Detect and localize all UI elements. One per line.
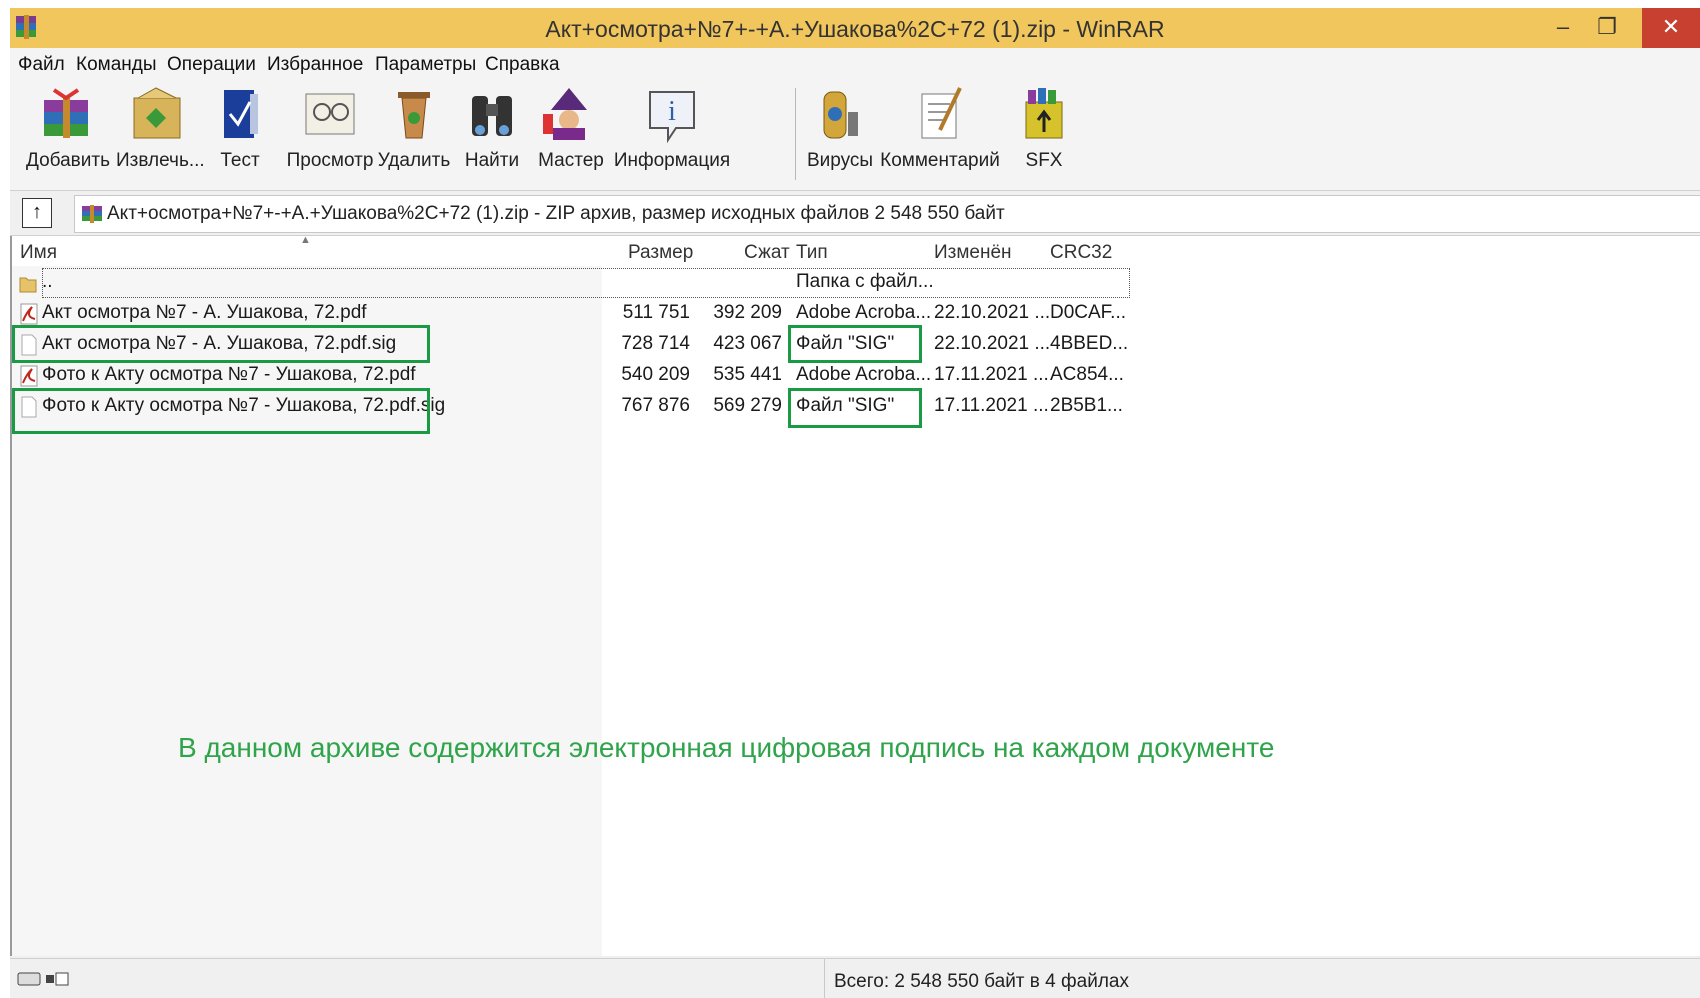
wizard-label: Мастер bbox=[538, 150, 604, 171]
wizard-button[interactable]: Мастер bbox=[532, 84, 610, 172]
find-label: Найти bbox=[464, 150, 520, 171]
minimize-button[interactable]: – bbox=[1540, 8, 1586, 48]
file-size: 511 751 bbox=[622, 302, 690, 323]
up-folder-button[interactable]: ↑ bbox=[22, 198, 52, 228]
menu-favorites[interactable]: Избранное bbox=[267, 54, 363, 76]
view-button[interactable]: Просмотр bbox=[284, 84, 376, 172]
file-packed: 423 067 bbox=[713, 333, 782, 354]
delete-button[interactable]: Удалить bbox=[376, 84, 452, 172]
file-name: Фото к Акту осмотра №7 - Ушакова, 72.pdf bbox=[42, 364, 416, 385]
status-bar: Всего: 2 548 550 байт в 4 файлах bbox=[10, 958, 1700, 998]
file-crc32: 2B5B1... bbox=[1050, 395, 1123, 416]
file-modified: 22.10.2021 ... bbox=[934, 302, 1051, 323]
file-size: 728 714 bbox=[621, 333, 690, 354]
test-button[interactable]: Тест bbox=[208, 84, 272, 172]
comment-label: Комментарий bbox=[880, 150, 1000, 171]
menu-commands[interactable]: Команды bbox=[76, 54, 157, 76]
highlight-box-sig-name-1 bbox=[12, 325, 430, 363]
title-bar: Акт+осмотра+№7+-+А.+Ушакова%2C+72 (1).zi… bbox=[10, 8, 1700, 48]
folder-icon bbox=[19, 277, 37, 293]
add-button[interactable]: Добавить bbox=[26, 84, 110, 172]
file-modified: 17.11.2021 ... bbox=[934, 364, 1049, 385]
pdf-icon bbox=[20, 365, 38, 387]
file-type: Adobe Acroba... bbox=[796, 364, 932, 385]
find-icon bbox=[472, 96, 512, 136]
highlight-box-sig-type-2 bbox=[788, 388, 922, 428]
menu-operations[interactable]: Операции bbox=[167, 54, 256, 76]
sfx-label: SFX bbox=[1025, 150, 1063, 171]
wizard-icon bbox=[543, 88, 587, 140]
address-bar: ↑ Акт+осмотра+№7+-+А.+Ушакова%2C+72 (1).… bbox=[10, 190, 1700, 236]
virus-label: Вирусы bbox=[806, 150, 874, 171]
test-label: Тест bbox=[220, 150, 260, 171]
menu-options[interactable]: Параметры bbox=[375, 54, 476, 76]
path-field[interactable]: Акт+осмотра+№7+-+А.+Ушакова%2C+72 (1).zi… bbox=[74, 195, 1700, 233]
file-name: .. bbox=[42, 271, 53, 292]
table-row[interactable]: Фото к Акту осмотра №7 - Ушакова, 72.pdf… bbox=[12, 361, 1700, 391]
column-header-size[interactable]: Размер bbox=[628, 242, 693, 264]
comment-icon bbox=[921, 87, 962, 139]
file-size: 540 209 bbox=[621, 364, 690, 385]
virus-scan-icon bbox=[823, 91, 858, 139]
svg-text:i: i bbox=[668, 96, 676, 127]
sfx-icon bbox=[1025, 88, 1063, 139]
winrar-window: Акт+осмотра+№7+-+А.+Ушакова%2C+72 (1).zi… bbox=[10, 8, 1700, 998]
file-modified: 22.10.2021 ... bbox=[934, 333, 1051, 354]
extract-button[interactable]: Извлечь... bbox=[116, 84, 205, 172]
info-icon: i bbox=[649, 91, 695, 144]
file-type: Папка с файл... bbox=[796, 271, 934, 292]
view-icon bbox=[305, 93, 355, 135]
add-label: Добавить bbox=[26, 150, 110, 171]
menu-help[interactable]: Справка bbox=[485, 54, 560, 76]
close-button[interactable]: ✕ bbox=[1642, 8, 1700, 48]
file-packed: 535 441 bbox=[713, 364, 782, 385]
maximize-button[interactable]: ❐ bbox=[1584, 8, 1630, 48]
delete-icon bbox=[398, 92, 430, 139]
status-divider bbox=[824, 959, 825, 998]
file-crc32: D0CAF... bbox=[1050, 302, 1127, 323]
path-text: Акт+осмотра+№7+-+А.+Ушакова%2C+72 (1).zi… bbox=[107, 203, 1005, 224]
toolbar: Добавить Извлечь... Тест Просмотр Удалит… bbox=[10, 78, 1700, 190]
delete-label: Удалить bbox=[377, 150, 451, 171]
annotation-text: В данном архиве содержится электронная ц… bbox=[178, 732, 1275, 763]
file-crc32: 4BBED... bbox=[1050, 333, 1129, 354]
status-total: Всего: 2 548 550 байт в 4 файлах bbox=[834, 971, 1129, 992]
extract-icon bbox=[133, 87, 181, 139]
archive-icon bbox=[82, 205, 102, 223]
column-header-type[interactable]: Тип bbox=[796, 242, 828, 264]
sfx-button[interactable]: SFX bbox=[1014, 84, 1074, 172]
file-modified: 17.11.2021 ... bbox=[934, 395, 1049, 416]
table-row[interactable]: .. Папка с файл... bbox=[12, 268, 1700, 298]
window-title: Акт+осмотра+№7+-+А.+Ушакова%2C+72 (1).zi… bbox=[545, 16, 1165, 42]
sort-ascending-icon: ▲ bbox=[300, 234, 311, 246]
file-list[interactable]: Имя ▲ Размер Сжат Тип Изменён CRC32 .. П… bbox=[10, 234, 1700, 956]
info-label: Информация bbox=[613, 150, 731, 171]
menu-bar: Файл Команды Операции Избранное Параметр… bbox=[10, 48, 1700, 78]
virus-button[interactable]: Вирусы bbox=[804, 84, 876, 172]
menu-file[interactable]: Файл bbox=[18, 54, 65, 76]
comment-button[interactable]: Комментарий bbox=[880, 84, 1000, 172]
highlight-box-sig-name-2 bbox=[12, 388, 430, 434]
arrow-up-icon: ↑ bbox=[32, 201, 42, 223]
column-header-modified[interactable]: Изменён bbox=[934, 242, 1012, 264]
view-label: Просмотр bbox=[286, 150, 374, 171]
info-button[interactable]: i Информация bbox=[612, 84, 732, 172]
file-name: Акт осмотра №7 - А. Ушакова, 72.pdf bbox=[42, 302, 367, 323]
file-type: Adobe Acroba... bbox=[796, 302, 932, 323]
drive-icon bbox=[17, 972, 69, 986]
column-header-name[interactable]: Имя bbox=[20, 242, 57, 264]
highlight-box-sig-type-1 bbox=[788, 325, 922, 363]
file-size: 767 876 bbox=[621, 395, 690, 416]
toolbar-separator bbox=[795, 88, 796, 180]
test-icon bbox=[224, 90, 258, 138]
extract-label: Извлечь... bbox=[116, 150, 205, 171]
file-packed: 392 209 bbox=[713, 302, 782, 323]
column-header-packed[interactable]: Сжат bbox=[744, 242, 790, 264]
column-header-crc32[interactable]: CRC32 bbox=[1050, 242, 1112, 264]
file-packed: 569 279 bbox=[713, 395, 782, 416]
pdf-icon bbox=[20, 303, 38, 325]
add-archive-icon bbox=[44, 88, 88, 138]
file-crc32: AC854... bbox=[1050, 364, 1124, 385]
find-button[interactable]: Найти bbox=[456, 84, 528, 172]
